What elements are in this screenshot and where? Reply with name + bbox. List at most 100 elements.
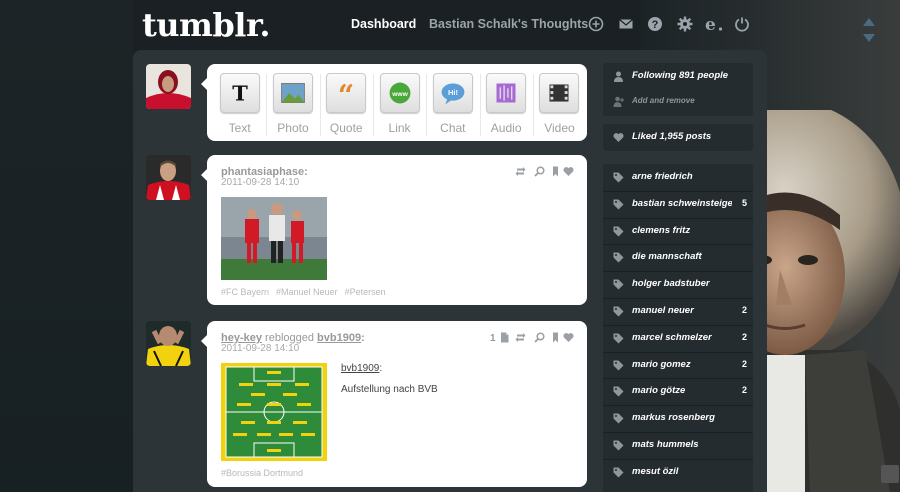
tracked-tag-name: markus rosenberg (632, 412, 715, 424)
divider (532, 74, 534, 136)
post-type-text[interactable]: T Text (213, 64, 266, 141)
power-icon[interactable] (734, 16, 750, 32)
tracked-tag-item[interactable]: marcel schmelzer 2 (603, 325, 753, 352)
person-icon (613, 71, 624, 82)
nav-blog[interactable]: Bastian Schalk's Thoughts (429, 17, 588, 31)
quote-source-link[interactable]: bvb1909 (341, 363, 379, 374)
notes-icon[interactable] (499, 332, 510, 343)
tag-link[interactable]: #Borussia Dortmund (221, 468, 303, 478)
post-type-quote[interactable]: “ Quote (320, 64, 373, 141)
tracked-tag-item[interactable]: mario götze 2 (603, 378, 753, 405)
tracked-tag-item[interactable]: mats hummels (603, 432, 753, 459)
chat-icon: Hi! (432, 73, 473, 113)
tracked-tag-name: mario götze (632, 385, 686, 397)
post-type-chat[interactable]: Hi! Chat (426, 64, 479, 141)
reblog-icon[interactable] (515, 332, 526, 343)
tracked-tag-count: 2 (741, 385, 747, 396)
divider (603, 271, 753, 273)
bookmark-icon[interactable] (550, 332, 561, 343)
post-type-photo[interactable]: Photo (266, 64, 319, 141)
tag-link[interactable]: #Manuel Neuer (276, 287, 338, 297)
scroll-down-icon[interactable] (863, 34, 875, 42)
plus-circle-icon[interactable] (588, 16, 604, 32)
svg-text:T: T (232, 81, 248, 106)
following-count: Following 891 people (632, 70, 729, 81)
heart-icon[interactable] (563, 166, 574, 177)
mail-icon[interactable] (618, 16, 634, 32)
tag-icon (613, 333, 624, 344)
tracked-tag-item[interactable]: holger badstuber (603, 271, 753, 298)
divider (603, 405, 753, 407)
tag-link[interactable]: #Petersen (345, 287, 386, 297)
post-avatar[interactable] (146, 155, 191, 200)
tracked-tag-item[interactable]: arne friedrich (603, 164, 753, 191)
scroll-up-icon[interactable] (863, 18, 875, 26)
note-count[interactable]: 1 (490, 333, 496, 344)
divider (426, 74, 428, 136)
svg-text:e: e (705, 16, 716, 32)
following-link[interactable]: Following 891 people (603, 63, 753, 90)
add-remove-link[interactable]: Add and remove (603, 88, 753, 115)
tracked-tag-item[interactable]: die mannschaft (603, 244, 753, 271)
add-remove-label: Add and remove (632, 96, 695, 105)
heart-icon (613, 132, 624, 143)
tracked-tag-name: arne friedrich (632, 171, 693, 182)
tracked-tag-item[interactable]: mario gomez 2 (603, 352, 753, 379)
avatar[interactable] (146, 64, 191, 109)
post-type-video[interactable]: Video (533, 64, 586, 141)
heart-icon[interactable] (563, 332, 574, 343)
post-source[interactable]: bvb1909 (317, 332, 361, 344)
bookmark-icon[interactable] (550, 166, 561, 177)
tracked-tag-item[interactable]: clemens fritz (603, 218, 753, 245)
e-icon[interactable]: e (705, 16, 723, 32)
search-icon[interactable] (534, 332, 545, 343)
tracked-tag-count: 2 (741, 331, 747, 342)
post-type-link[interactable]: www Link (373, 64, 426, 141)
divider (603, 244, 753, 246)
search-icon[interactable] (534, 166, 545, 177)
post-date: 2011-09-28 14:10 (221, 343, 300, 354)
tracked-tag-item[interactable]: manuel neuer 2 (603, 298, 753, 325)
tracked-tag-item[interactable]: bastian schweinsteiger 5 (603, 191, 753, 218)
liked-count: Liked 1,955 posts (632, 131, 712, 142)
tracked-tag-name: clemens fritz (632, 224, 691, 236)
gear-icon[interactable] (677, 16, 693, 32)
divider (603, 324, 753, 326)
corner-button[interactable] (881, 465, 899, 483)
post-type-label: Quote (329, 121, 363, 135)
tag-link[interactable]: #FC Bayern (221, 287, 269, 297)
reblog-icon[interactable] (515, 166, 526, 177)
post-photo[interactable] (221, 197, 327, 280)
post-avatar[interactable] (146, 321, 191, 366)
divider (372, 74, 374, 136)
help-icon[interactable]: ? (647, 16, 663, 32)
divider (603, 217, 753, 219)
quote-icon: “ (326, 73, 367, 113)
svg-text:“: “ (338, 78, 354, 112)
post-type-audio[interactable]: Audio (480, 64, 533, 141)
liked-link[interactable]: Liked 1,955 posts (603, 124, 753, 151)
tag-icon (613, 172, 624, 183)
tracked-tag-item[interactable]: markus rosenberg (603, 405, 753, 432)
tag-icon (613, 467, 624, 478)
svg-text:?: ? (652, 19, 659, 31)
tracked-tag-name: marcel schmelzer (632, 331, 712, 343)
tumblr-logo[interactable]: tumblr. (142, 6, 271, 44)
post-type-label: Text (228, 121, 251, 135)
scroll-arrows (863, 18, 875, 42)
divider (603, 298, 753, 299)
photo-icon (272, 73, 313, 113)
post-tags: #Borussia Dortmund (221, 468, 310, 478)
post-photo[interactable] (221, 363, 327, 461)
tag-icon (613, 306, 624, 317)
nav-dashboard[interactable]: Dashboard (351, 17, 416, 31)
tag-icon (613, 279, 624, 290)
divider (266, 74, 268, 136)
background-left (0, 0, 133, 492)
post-type-label: Photo (277, 121, 309, 135)
tracked-tag-name: mats hummels (632, 439, 699, 450)
tracked-tag-item[interactable]: mesut özil (603, 459, 753, 486)
tag-icon (613, 252, 624, 263)
tracked-tag-count: 2 (741, 305, 747, 315)
tag-icon (613, 360, 624, 371)
